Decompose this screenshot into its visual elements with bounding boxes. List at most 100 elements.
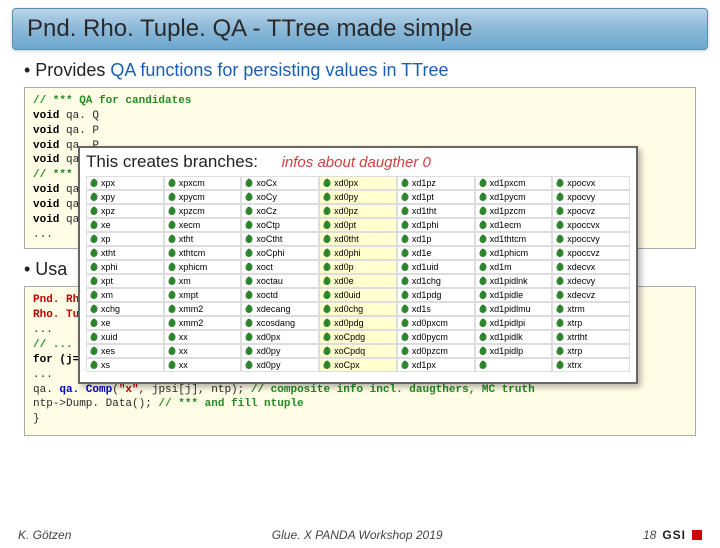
branch-leaf: xd1pidle — [475, 288, 553, 302]
branch-leaf: xpoccvx — [552, 218, 630, 232]
branch-leaf: xd0tht — [319, 232, 397, 246]
slide-title: Pnd. Rho. Tuple. QA - TTree made simple — [27, 15, 693, 43]
branch-leaf: xecm — [164, 218, 242, 232]
branch-leaf: xpoccvz — [552, 246, 630, 260]
code-text: qa. Q — [59, 110, 99, 122]
branch-leaf: xe — [86, 316, 164, 330]
branch-leaf: xtht — [86, 246, 164, 260]
code-comment: // *** and fill ntuple — [158, 398, 303, 410]
branch-leaf: xs — [86, 358, 164, 372]
overlay-title: This creates branches: — [86, 152, 258, 171]
branch-leaf: xd0py — [241, 358, 319, 372]
branch-leaf: xd0px — [241, 330, 319, 344]
code-fn: qa. Comp — [59, 384, 112, 396]
branch-leaf: xd1pidlnk — [475, 274, 553, 288]
bullet-blue: QA functions for persisting values in TT… — [110, 60, 448, 80]
branch-leaf: xpycm — [164, 190, 242, 204]
branch-leaf: xmm2 — [164, 302, 242, 316]
code-text: ntp->Dump. Data(); — [33, 398, 158, 410]
branch-leaf: xdecvz — [552, 288, 630, 302]
branch-leaf: xpocvz — [552, 204, 630, 218]
code-kw: void — [33, 154, 59, 166]
branch-leaf: xtrp — [552, 344, 630, 358]
branch-leaf: xoCy — [241, 190, 319, 204]
code-text: ( — [112, 384, 119, 396]
branch-leaf: xm — [164, 274, 242, 288]
gsi-square-icon — [692, 530, 702, 540]
branch-leaf: xd1p — [397, 232, 475, 246]
bullet-text: • Usa — [24, 259, 67, 279]
branch-leaf: xchg — [86, 302, 164, 316]
branch-leaf — [475, 358, 553, 372]
code-comment: // ... — [33, 339, 73, 351]
branch-leaf: xd0uid — [319, 288, 397, 302]
code-text: , jpsi[j], ntp); — [139, 384, 251, 396]
branch-leaf: xtrp — [552, 316, 630, 330]
branch-leaf: xm — [86, 288, 164, 302]
code-text: qa. — [33, 384, 59, 396]
code-kw: void — [33, 214, 59, 226]
branch-leaf: xoCpdg — [319, 330, 397, 344]
title-bar: Pnd. Rho. Tuple. QA - TTree made simple — [12, 8, 708, 50]
branch-leaf: xx — [164, 358, 242, 372]
branch-leaf: xd1m — [475, 260, 553, 274]
branch-leaf: xoctd — [241, 288, 319, 302]
branch-leaf: xd1pycm — [475, 190, 553, 204]
branch-leaf: xtrx — [552, 358, 630, 372]
branch-leaf: xd1chg — [397, 274, 475, 288]
branch-leaf: xd1pidlp — [475, 344, 553, 358]
branch-leaf: xuid — [86, 330, 164, 344]
branch-leaf: xd1pt — [397, 190, 475, 204]
branch-leaf: xd1pz — [397, 176, 475, 190]
code-comment: // composite info incl. daugthers, MC tr… — [251, 384, 535, 396]
branch-leaf: xdecang — [241, 302, 319, 316]
branch-leaf: xd0px — [319, 176, 397, 190]
bullet-provides: • Provides QA functions for persisting v… — [24, 60, 696, 81]
branch-leaf: xd0pycm — [397, 330, 475, 344]
branch-grid: xpxxpxcmxoCxxd0pxxd1pzxd1pxcmxpocvxxpyxp… — [86, 176, 630, 372]
branch-leaf: xtrtht — [552, 330, 630, 344]
branch-leaf: xd1s — [397, 302, 475, 316]
code-kw: void — [33, 125, 59, 137]
branch-leaf: xpocvy — [552, 190, 630, 204]
code-kw: void — [33, 184, 59, 196]
branch-leaf: xd0pzcm — [397, 344, 475, 358]
branch-leaf: xoCtp — [241, 218, 319, 232]
branch-leaf: xoctau — [241, 274, 319, 288]
branch-leaf: xcosdang — [241, 316, 319, 330]
branch-leaf: xd1pidlmu — [475, 302, 553, 316]
branch-leaf: xd1thtcm — [475, 232, 553, 246]
branch-leaf: xpocvx — [552, 176, 630, 190]
branch-leaf: xthtcm — [164, 246, 242, 260]
branch-leaf: xoCtht — [241, 232, 319, 246]
branch-leaf: xoCpdq — [319, 344, 397, 358]
branch-leaf: xd0pxcm — [397, 316, 475, 330]
branch-leaf: xx — [164, 330, 242, 344]
code-text: } — [33, 413, 40, 425]
branch-leaf: xd1phi — [397, 218, 475, 232]
branch-leaf: xd0py — [319, 190, 397, 204]
branch-leaf: xpy — [86, 190, 164, 204]
code-comment: // *** QA for candidates — [33, 95, 191, 107]
branch-leaf: xd1pidlpi — [475, 316, 553, 330]
branch-leaf: xe — [86, 218, 164, 232]
branch-leaf: xmpt — [164, 288, 242, 302]
branch-leaf: xpoccvy — [552, 232, 630, 246]
code-text: ... — [33, 229, 53, 241]
code-kw: void — [33, 140, 59, 152]
overlay-header: This creates branches: infos about daugt… — [86, 152, 630, 172]
branch-leaf: xd1px — [397, 358, 475, 372]
branch-leaf: xpt — [86, 274, 164, 288]
branch-leaf: xoCz — [241, 204, 319, 218]
branch-leaf: xdecvy — [552, 274, 630, 288]
branch-leaf: xp — [86, 232, 164, 246]
branch-leaf: xpzcm — [164, 204, 242, 218]
branch-leaf: xd0p — [319, 260, 397, 274]
code-kw: void — [33, 110, 59, 122]
branch-leaf: xpz — [86, 204, 164, 218]
branch-leaf: xoct — [241, 260, 319, 274]
branch-leaf: xphi — [86, 260, 164, 274]
branch-leaf: xd1pidlk — [475, 330, 553, 344]
branch-leaf: xphicm — [164, 260, 242, 274]
branch-leaf: xd0pt — [319, 218, 397, 232]
